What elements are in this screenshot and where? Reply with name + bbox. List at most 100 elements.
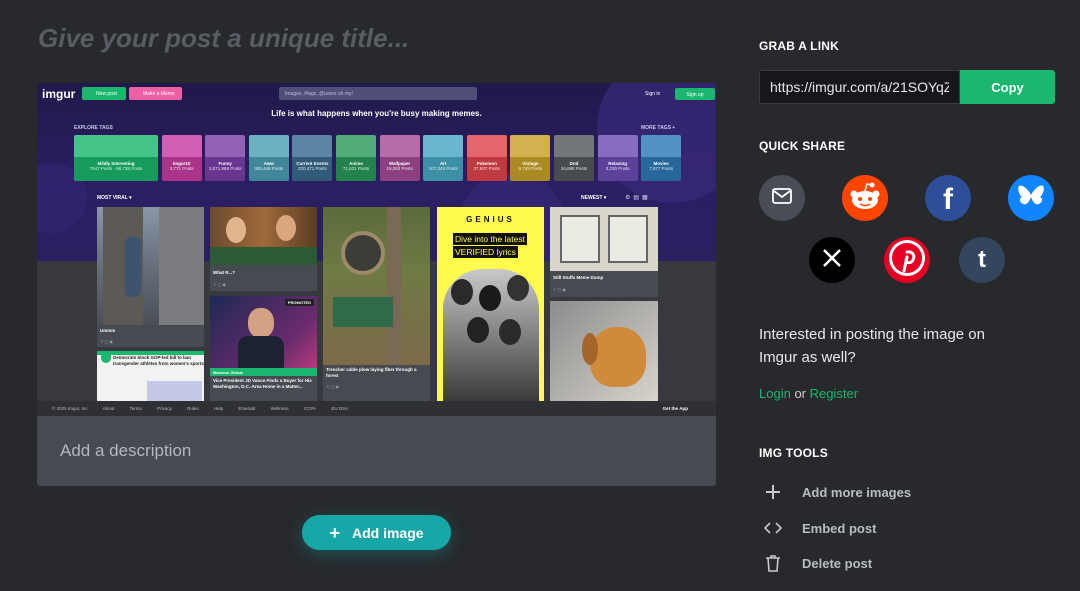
mini-tag-image [205, 135, 246, 157]
mini-tag-image [248, 135, 289, 157]
mini-tag-posts: 220,471 Posts [298, 166, 327, 172]
pinterest-icon [887, 238, 927, 283]
mini-tag-posts: 9,749 Posts [518, 166, 543, 172]
mini-tag-posts: 3,771 Posts [169, 166, 194, 172]
mini-tag-label: Movies 7,577 Posts [641, 157, 682, 181]
uploaded-image[interactable]: imgur New post Make a Meme Images, #tags… [37, 83, 716, 416]
mini-tag-label: Imgur10 3,771 Posts [161, 157, 202, 181]
mini-tagline: Life is what happens when you're busy ma… [271, 109, 482, 118]
mini-tag-image [379, 135, 420, 157]
copy-button[interactable]: Copy [960, 70, 1055, 104]
post-card: imgur New post Make a Meme Images, #tags… [37, 83, 716, 486]
mini-make-meme-button: Make a Meme [129, 87, 182, 100]
mini-tag-image [597, 135, 638, 157]
add-image-button[interactable]: + Add image [302, 515, 451, 550]
mini-tag: Funny 3,571,969 Posts [205, 135, 246, 181]
mini-footer-item: Rules [187, 406, 199, 411]
share-facebook-button[interactable]: f [925, 175, 971, 221]
mini-footer-item: Privacy [157, 406, 172, 411]
img-tools-heading: IMG TOOLS [759, 446, 828, 460]
x-icon [822, 248, 842, 273]
share-email-button[interactable] [759, 175, 805, 221]
mini-footer-item: CCPA [303, 406, 317, 411]
mini-tag-posts: 300,448 Posts [254, 166, 284, 172]
mini-tag-posts: 107,043 Posts [428, 166, 458, 172]
embed-post-button[interactable]: Embed post [763, 518, 876, 538]
mini-tag-posts: 7,577 Posts [649, 166, 674, 172]
mini-tag-image [74, 135, 158, 157]
mini-post-card [550, 301, 658, 401]
mini-tag: Relaxing 3,230 Posts [597, 135, 638, 181]
mini-tag-image [336, 135, 376, 157]
mini-footer-item: Terms [129, 406, 142, 411]
mini-post-card: What R...? ⇧ ▢ ◉ [210, 207, 317, 291]
mini-tag-posts: 7647 Posts · 98,728 Posts [89, 166, 143, 172]
mini-tag-posts: 19,083 Posts [386, 166, 413, 172]
mini-most-viral: MOST VIRAL ▾ [97, 195, 132, 201]
mini-tag-image [423, 135, 464, 157]
mini-tag-label: Mildly Interesting 7647 Posts · 98,728 Po… [74, 157, 158, 181]
mini-tag-label: Relaxing 3,230 Posts [597, 157, 638, 181]
mini-tag: Imgur10 3,771 Posts [161, 135, 202, 181]
mini-genius-logo: GENIUS [466, 215, 515, 224]
plus-icon: + [329, 523, 340, 543]
mini-post-meta: ⇧ ▢ ◉ [553, 287, 566, 292]
mini-tag: Anime 71,631 Posts [336, 135, 376, 181]
code-icon [763, 518, 783, 538]
mini-footer-item: EU DSA [331, 406, 349, 411]
mini-post-card: Still Stuffs Meme Dump ⇧ ▢ ◉ [550, 207, 658, 297]
bluesky-icon [1017, 184, 1045, 213]
share-bluesky-button[interactable] [1008, 175, 1054, 221]
mini-tag-posts: 3,571,969 Posts [208, 166, 242, 172]
share-tumblr-button[interactable]: t [959, 237, 1005, 283]
mini-post-caption: Still Stuffs Meme Dump [553, 275, 604, 280]
share-pinterest-button[interactable] [884, 237, 930, 283]
add-image-label: Add image [351, 525, 424, 541]
mini-tag-posts: 34,686 Posts [560, 166, 588, 172]
mini-tag-label: Wallpaper 19,083 Posts [379, 157, 420, 181]
mini-footer-item: © 2025 Imgur, Inc [52, 406, 88, 411]
share-reddit-button[interactable] [842, 175, 888, 221]
mini-tag-posts: 37,637 Posts [473, 166, 500, 172]
mini-post-caption: Ummm [100, 328, 116, 333]
mini-tag-label: Funny 3,571,969 Posts [205, 157, 246, 181]
mini-genius-line-1: Dive into the latest [453, 233, 527, 245]
login-link[interactable]: Login [759, 386, 791, 401]
mini-tag-image [292, 135, 333, 157]
mini-tag: Pokemon 37,637 Posts [466, 135, 507, 181]
tumblr-icon: t [978, 246, 986, 273]
mini-tag-label: Vintage 9,749 Posts [510, 157, 551, 181]
mini-post-caption: What R...? [213, 270, 235, 275]
mini-tag: Dnd 34,686 Posts [554, 135, 594, 181]
register-link[interactable]: Register [810, 386, 858, 401]
mini-footer-item: About [102, 406, 115, 411]
delete-post-button[interactable]: Delete post [763, 553, 872, 573]
mini-tag-label: Current Events 220,471 Posts [292, 157, 333, 181]
post-title-input[interactable] [38, 22, 718, 54]
share-link-field[interactable] [759, 70, 960, 104]
mini-post-card: PROMOTED Mansion Global Vice President J… [210, 296, 317, 401]
mini-newest: NEWEST ▾ [581, 195, 607, 201]
mini-get-app: Get the App [662, 406, 688, 411]
mini-sign-in: Sign in [645, 91, 661, 97]
mini-post-card: Democrats block GOP-led bill to ban tran… [97, 351, 204, 401]
share-x-button[interactable] [809, 237, 855, 283]
reddit-icon [848, 181, 882, 216]
mini-tag-image [641, 135, 682, 157]
imgur-logo: imgur [42, 87, 76, 101]
mini-footer: © 2025 Imgur, Inc About Terms Privacy Ru… [37, 401, 716, 416]
mini-post-meta: ⇧ ▢ ◉ [326, 384, 339, 389]
mini-tag-label: Pokemon 37,637 Posts [466, 157, 507, 181]
mini-footer-item: Help [213, 406, 224, 411]
description-field[interactable]: Add a description [60, 441, 191, 461]
mini-genius-ad: GENIUS Dive into the latest VERIFIED lyr… [437, 207, 544, 401]
mini-tag-label: Aww 300,448 Posts [248, 157, 289, 181]
mini-view-icons: ⚙▤▦ [625, 195, 651, 201]
mini-tag: Current Events 220,471 Posts [292, 135, 333, 181]
screenshot-topbar: imgur New post Make a Meme Images, #tags… [37, 83, 716, 105]
mini-promoted-badge: PROMOTED [284, 299, 314, 306]
mini-search-bar: Images, #tags, @users oh my! [279, 87, 477, 100]
add-more-images-button[interactable]: Add more images [763, 482, 911, 502]
tool-label: Embed post [802, 520, 877, 536]
quick-share-heading: QUICK SHARE [759, 139, 846, 153]
